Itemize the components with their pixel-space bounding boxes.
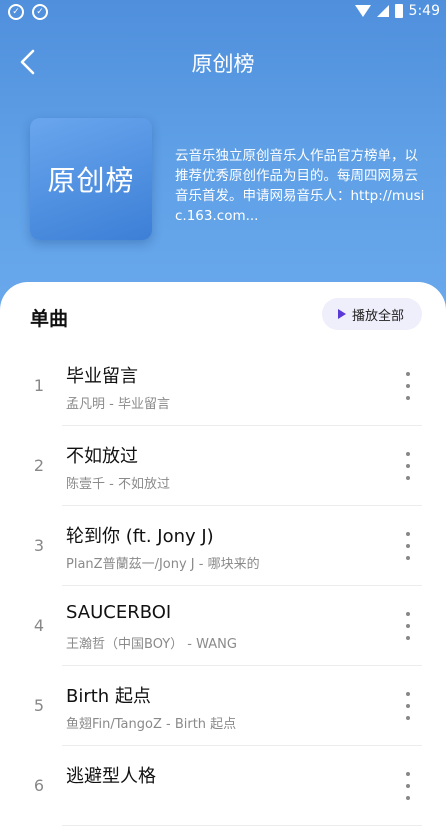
song-title: 轮到你 (ft. Jony J) xyxy=(66,526,214,547)
playlist-cover[interactable]: 原创榜 xyxy=(30,118,152,240)
top-bar: 原创榜 xyxy=(0,40,446,84)
song-index: 2 xyxy=(33,456,45,475)
play-all-label: 播放全部 xyxy=(351,308,404,324)
song-index: 5 xyxy=(33,696,45,715)
song-row[interactable]: 3 轮到你 (ft. Jony J) PlanZ普蘭茲一/Jony J - 哪块… xyxy=(0,506,446,586)
playlist-description[interactable]: 云音乐独立原创音乐人作品官方榜单，以推荐优秀原创作品为目的。每周四网易云音乐首发… xyxy=(175,146,425,226)
notification-icon: ✓ xyxy=(32,4,48,20)
song-title: 毕业留言 xyxy=(66,366,138,387)
playlist-header: ✓ ✓ 5:49 原创榜 原创榜 云音乐独立原创音乐人作品官方榜单，以推荐优秀原… xyxy=(0,0,446,330)
song-artist-album: 陈壹千 - 不如放过 xyxy=(66,477,170,492)
song-title: SAUCERBOI xyxy=(66,602,172,623)
song-index: 6 xyxy=(33,776,45,795)
song-artist-album: 孟凡明 - 毕业留言 xyxy=(66,397,170,412)
more-options-icon[interactable] xyxy=(398,532,418,560)
signal-icon xyxy=(376,5,389,17)
song-index: 1 xyxy=(33,376,45,395)
more-options-icon[interactable] xyxy=(398,772,418,800)
song-list: 1 毕业留言 孟凡明 - 毕业留言 2 不如放过 陈壹千 - 不如放过 3 轮到… xyxy=(0,346,446,826)
more-options-icon[interactable] xyxy=(398,452,418,480)
song-row[interactable]: 6 逃避型人格 xyxy=(0,746,446,826)
song-row[interactable]: 1 毕业留言 孟凡明 - 毕业留言 xyxy=(0,346,446,426)
play-icon xyxy=(337,309,346,319)
notification-icon: ✓ xyxy=(8,4,24,20)
song-artist-album: PlanZ普蘭茲一/Jony J - 哪块来的 xyxy=(66,557,260,572)
page-title: 原创榜 xyxy=(191,52,255,76)
status-time: 5:49 xyxy=(408,3,440,19)
song-row[interactable]: 2 不如放过 陈壹千 - 不如放过 xyxy=(0,426,446,506)
song-title: Birth 起点 xyxy=(66,686,151,707)
cover-title: 原创榜 xyxy=(47,164,135,197)
song-row[interactable]: 4 SAUCERBOI 王瀚哲（中国BOY） - WANG xyxy=(0,586,446,666)
section-title: 单曲 xyxy=(30,308,69,330)
song-artist-album: 王瀚哲（中国BOY） - WANG xyxy=(66,637,237,652)
song-title: 不如放过 xyxy=(66,446,138,467)
play-all-button[interactable]: 播放全部 xyxy=(321,298,422,330)
song-index: 3 xyxy=(33,536,45,555)
song-list-panel: 单曲 播放全部 1 毕业留言 孟凡明 - 毕业留言 2 不如放过 陈壹千 - 不… xyxy=(0,282,446,826)
more-options-icon[interactable] xyxy=(398,372,418,400)
song-artist-album: 鱼翅Fin/TangoZ - Birth 起点 xyxy=(66,717,237,732)
status-bar: ✓ ✓ 5:49 xyxy=(0,0,446,26)
battery-icon xyxy=(394,4,403,18)
more-options-icon[interactable] xyxy=(398,692,418,720)
wifi-icon xyxy=(354,5,371,17)
song-title: 逃避型人格 xyxy=(66,766,156,787)
song-row[interactable]: 5 Birth 起点 鱼翅Fin/TangoZ - Birth 起点 xyxy=(0,666,446,746)
more-options-icon[interactable] xyxy=(398,612,418,640)
song-index: 4 xyxy=(33,616,45,635)
